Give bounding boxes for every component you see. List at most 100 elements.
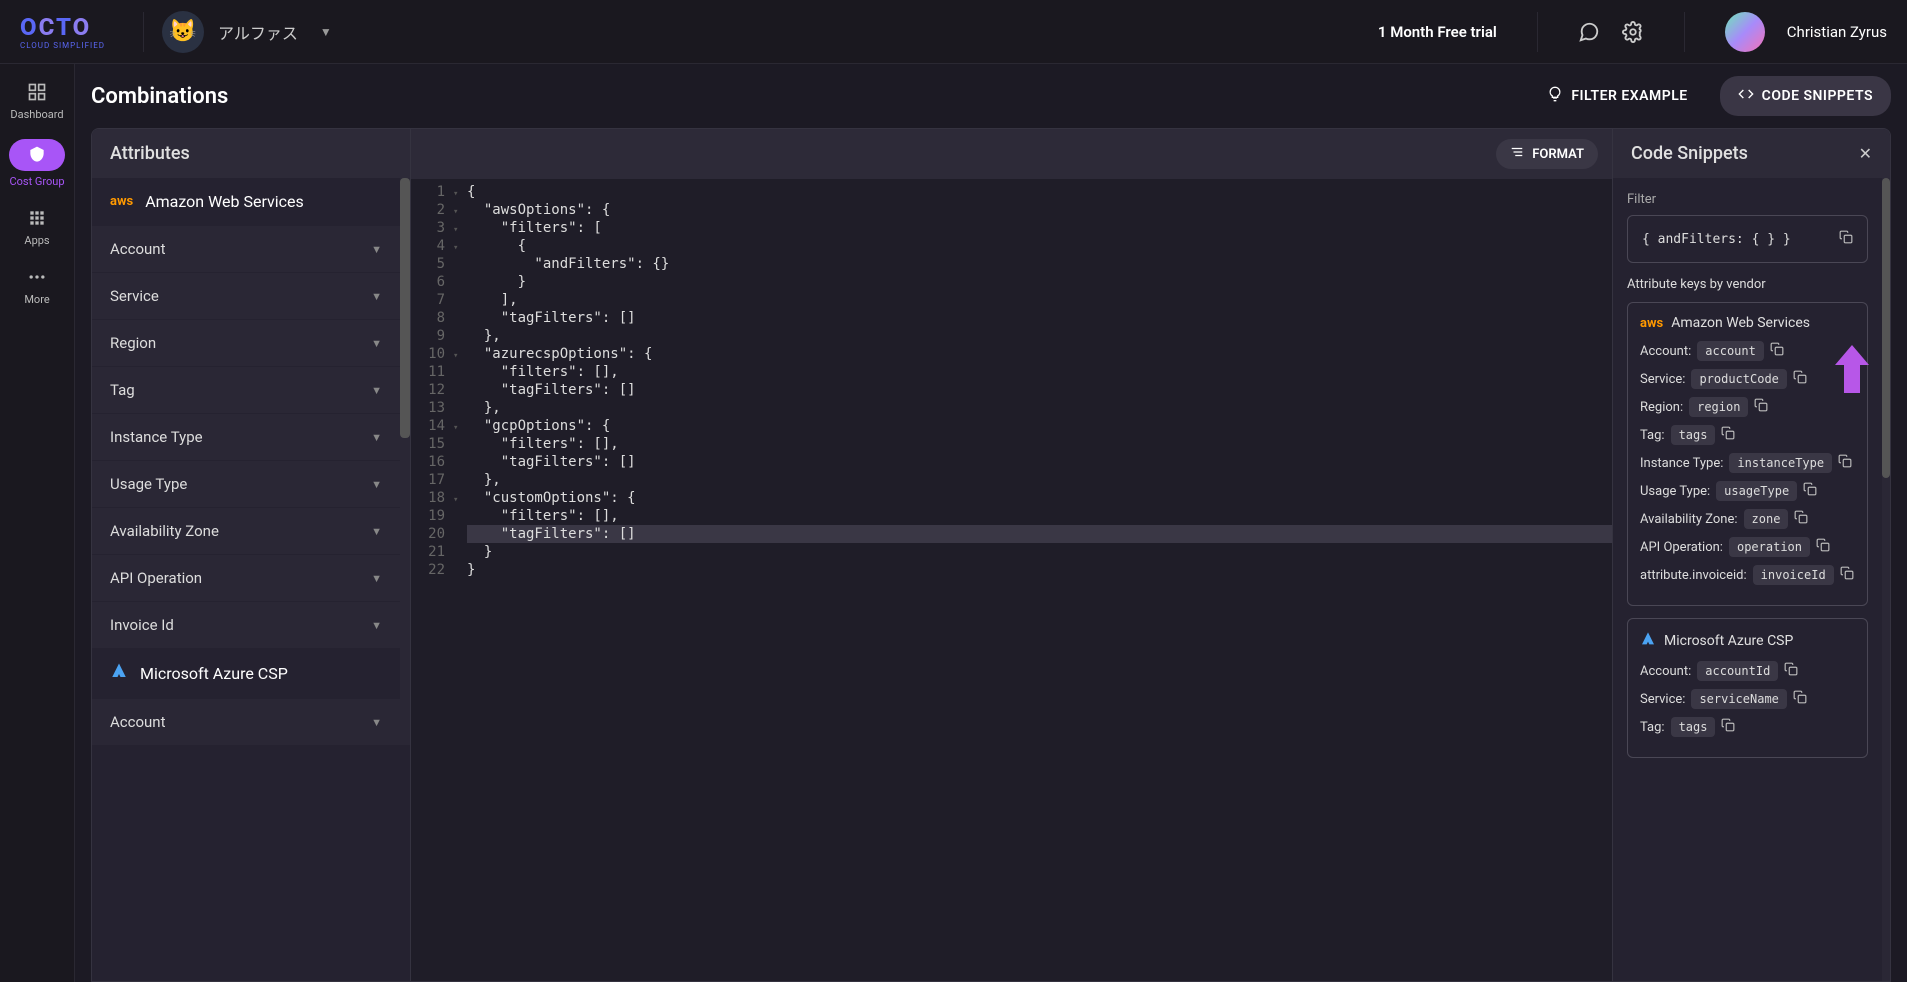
kv-row: Region:region	[1640, 397, 1855, 417]
attribute-row[interactable]: API Operation▼	[92, 554, 400, 601]
copy-icon[interactable]	[1794, 510, 1808, 528]
nav-label: Apps	[24, 234, 49, 247]
attribute-label: Invoice Id	[110, 616, 174, 634]
chevron-down-icon: ▼	[371, 243, 382, 256]
divider	[1684, 12, 1685, 52]
attribute-label: Availability Zone	[110, 522, 219, 540]
editor-panel: FORMAT 123456789101112131415161718192021…	[410, 129, 1612, 981]
kv-value: usageType	[1716, 481, 1797, 501]
kv-value: tags	[1671, 717, 1716, 737]
main: Combinations FILTER EXAMPLE CODE SNIPPET…	[75, 64, 1907, 982]
sidenav: Dashboard Cost Group Apps More	[0, 64, 75, 982]
filter-example-button[interactable]: FILTER EXAMPLE	[1529, 76, 1705, 116]
chevron-down-icon: ▼	[371, 716, 382, 729]
kv-label: Tag:	[1640, 720, 1665, 735]
copy-icon[interactable]	[1754, 398, 1768, 416]
page-header: Combinations FILTER EXAMPLE CODE SNIPPET…	[91, 76, 1891, 116]
page-title: Combinations	[91, 84, 228, 109]
close-icon[interactable]: ✕	[1859, 144, 1872, 163]
attribute-row[interactable]: Account ▼	[92, 698, 400, 745]
attribute-row[interactable]: Instance Type▼	[92, 413, 400, 460]
scrollbar-thumb[interactable]	[1882, 178, 1890, 478]
attribute-label: Region	[110, 334, 156, 352]
scrollbar[interactable]	[1882, 178, 1890, 981]
kv-value: tags	[1671, 425, 1716, 445]
copy-icon[interactable]	[1840, 566, 1854, 584]
kv-row: Availability Zone:zone	[1640, 509, 1855, 529]
copy-icon[interactable]	[1803, 482, 1817, 500]
vendor-name: Amazon Web Services	[145, 192, 304, 211]
copy-icon[interactable]	[1793, 690, 1807, 708]
chevron-down-icon: ▼	[371, 478, 382, 491]
kv-row: Account:accountId	[1640, 661, 1855, 681]
divider	[143, 12, 144, 52]
gear-icon[interactable]	[1622, 21, 1644, 43]
code-editor[interactable]: 12345678910111213141516171819202122▾▾▾▾▾…	[411, 179, 1612, 981]
kv-label: Service:	[1640, 372, 1685, 387]
chat-icon[interactable]	[1578, 21, 1600, 43]
code-icon	[1738, 86, 1754, 106]
kv-row: Tag: tags	[1640, 717, 1855, 737]
vendor-title: awsAmazon Web Services	[1640, 315, 1855, 331]
button-label: CODE SNIPPETS	[1762, 88, 1873, 104]
snippets-body[interactable]: Filter{ andFilters: { } }Attribute keys …	[1613, 178, 1882, 981]
content: Attributes awsAmazon Web Services Account…	[91, 128, 1891, 982]
copy-icon[interactable]	[1770, 342, 1784, 360]
nav-label: Dashboard	[10, 108, 63, 121]
logo[interactable]: OCTO CLOUD SIMPLIFIED	[20, 13, 105, 50]
tenant-selector[interactable]: 😺 アルファス ▼	[162, 11, 332, 53]
kv-label: API Operation:	[1640, 540, 1723, 555]
chevron-down-icon: ▼	[320, 25, 332, 39]
kv-row: API Operation:operation	[1640, 537, 1855, 557]
kv-row: Service:serviceName	[1640, 689, 1855, 709]
kv-row: Instance Type:instanceType	[1640, 453, 1855, 473]
attribute-row[interactable]: Account▼	[92, 225, 400, 272]
kv-label: Account:	[1640, 344, 1691, 359]
nav-apps[interactable]: Apps	[24, 206, 49, 247]
snippets-header: Code Snippets ✕	[1613, 129, 1890, 178]
vendor-box: Microsoft Azure CSPAccount:accountIdServ…	[1627, 618, 1868, 758]
copy-icon[interactable]	[1816, 538, 1830, 556]
kv-row: Tag:tags	[1640, 425, 1855, 445]
kv-row: attribute.invoiceid: invoiceId	[1640, 565, 1855, 585]
nav-cost-group[interactable]: Cost Group	[9, 139, 65, 188]
attribute-row[interactable]: Tag ▼	[92, 366, 400, 413]
apps-icon	[25, 206, 49, 230]
kv-value: invoiceId	[1753, 565, 1834, 585]
chevron-down-icon: ▼	[371, 525, 382, 538]
scrollbar-thumb[interactable]	[400, 178, 410, 438]
attribute-row[interactable]: Usage Type▼	[92, 460, 400, 507]
code-snippets-button[interactable]: CODE SNIPPETS	[1720, 76, 1891, 116]
nav-more[interactable]: More	[24, 265, 49, 306]
chevron-down-icon: ▼	[371, 431, 382, 444]
attribute-label: Tag	[110, 381, 135, 399]
copy-icon[interactable]	[1838, 454, 1852, 472]
kv-row: Service:productCode	[1640, 369, 1855, 389]
chevron-down-icon: ▼	[371, 384, 382, 397]
chevron-down-icon: ▼	[371, 572, 382, 585]
snippets-title: Code Snippets	[1631, 143, 1748, 164]
tenant-avatar: 😺	[162, 11, 204, 53]
trial-text: 1 Month Free trial	[1378, 23, 1497, 41]
user-avatar[interactable]	[1725, 12, 1765, 52]
editor-header: FORMAT	[411, 129, 1612, 179]
nav-dashboard[interactable]: Dashboard	[10, 80, 63, 121]
kv-label: Instance Type:	[1640, 456, 1723, 471]
attribute-row[interactable]: Service▼	[92, 272, 400, 319]
copy-icon[interactable]	[1784, 662, 1798, 680]
copy-icon[interactable]	[1793, 370, 1807, 388]
scrollbar[interactable]	[400, 178, 410, 745]
copy-icon[interactable]	[1721, 718, 1735, 736]
copy-icon[interactable]	[1721, 426, 1735, 444]
tenant-name: アルファス	[218, 20, 298, 44]
attribute-row[interactable]: Availability Zone ▼	[92, 507, 400, 554]
format-button[interactable]: FORMAT	[1496, 139, 1598, 169]
logo-text: OCTO	[20, 13, 105, 41]
attribute-label: Account	[110, 713, 166, 731]
attribute-row[interactable]: Region▼	[92, 319, 400, 366]
attributes-list[interactable]: awsAmazon Web ServicesAccount▼Service▼Re…	[92, 178, 400, 745]
attribute-row[interactable]: Invoice Id▼	[92, 601, 400, 648]
kv-label: attribute.invoiceid:	[1640, 568, 1747, 583]
copy-icon[interactable]	[1839, 230, 1853, 248]
attributes-title: Attributes	[92, 129, 410, 178]
